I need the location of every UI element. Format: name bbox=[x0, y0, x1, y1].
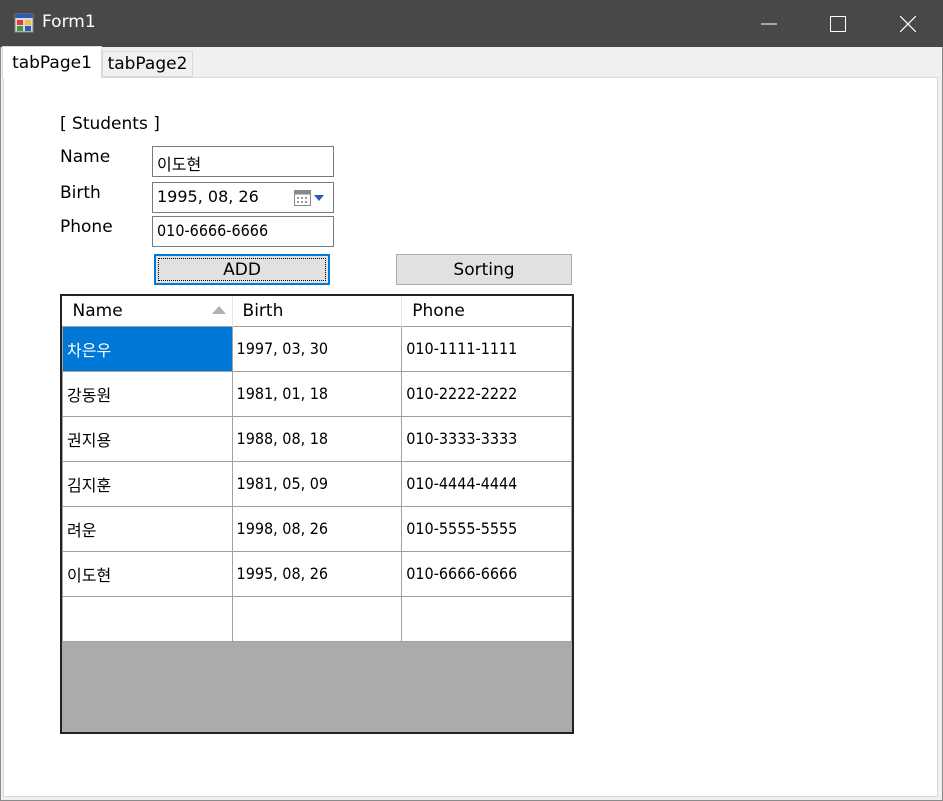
maximize-icon bbox=[830, 15, 846, 32]
table-row[interactable]: 이도현 1995, 08, 26 010-6666-6666 bbox=[62, 550, 572, 597]
cell-name[interactable]: 권지용 bbox=[62, 415, 233, 462]
column-header-label: Name bbox=[72, 300, 123, 321]
cell-name[interactable]: 김지훈 bbox=[62, 460, 233, 507]
birth-date-value: 1995, 08, 26 bbox=[157, 187, 259, 206]
cell-name[interactable]: 강동원 bbox=[62, 370, 233, 417]
column-header-label: Birth bbox=[242, 300, 284, 321]
close-icon bbox=[900, 15, 916, 32]
maximize-button[interactable] bbox=[803, 0, 873, 47]
cell-phone[interactable]: 010-2222-2222 bbox=[401, 370, 572, 417]
table-row[interactable]: 권지용 1988, 08, 18 010-3333-3333 bbox=[62, 415, 572, 462]
minimize-button[interactable] bbox=[734, 0, 804, 47]
sort-ascending-icon bbox=[211, 306, 226, 314]
cell-phone[interactable]: 010-3333-3333 bbox=[401, 415, 572, 462]
column-header-phone[interactable]: Phone bbox=[401, 296, 572, 326]
cell-name[interactable]: 차은우 bbox=[62, 325, 233, 372]
birth-date-picker[interactable]: 1995, 08, 26 bbox=[152, 182, 334, 213]
tab-tabpage2[interactable]: tabPage2 bbox=[102, 51, 193, 77]
cell-birth[interactable]: 1998, 08, 26 bbox=[231, 505, 403, 552]
name-label: Name bbox=[60, 147, 111, 167]
cell-birth[interactable]: 1981, 05, 09 bbox=[231, 460, 403, 507]
cell-birth[interactable] bbox=[231, 595, 403, 642]
cell-name[interactable] bbox=[62, 595, 233, 642]
name-input[interactable]: 이도현 bbox=[152, 146, 334, 177]
cell-phone[interactable]: 010-1111-1111 bbox=[401, 325, 572, 372]
table-row[interactable]: 김지훈 1981, 05, 09 010-4444-4444 bbox=[62, 460, 572, 507]
dropdown-arrow-icon bbox=[314, 195, 324, 201]
cell-phone[interactable]: 010-6666-6666 bbox=[401, 550, 572, 597]
phone-input[interactable]: 010-6666-6666 bbox=[152, 216, 334, 247]
column-header-label: Phone bbox=[412, 300, 465, 321]
calendar-icon[interactable] bbox=[294, 190, 328, 206]
table-row[interactable]: 강동원 1981, 01, 18 010-2222-2222 bbox=[62, 370, 572, 417]
tab-tabpage1[interactable]: tabPage1 bbox=[2, 46, 102, 78]
cell-phone[interactable] bbox=[401, 595, 572, 642]
app-icon bbox=[14, 13, 34, 33]
section-title: [ Students ] bbox=[60, 114, 160, 134]
new-row[interactable] bbox=[62, 595, 572, 642]
cell-phone[interactable]: 010-5555-5555 bbox=[401, 505, 572, 552]
students-grid[interactable]: Name Birth Phone 차은우 1997, 03, 30 010-11… bbox=[60, 294, 574, 734]
minimize-icon bbox=[761, 23, 777, 24]
window-title: Form1 bbox=[42, 12, 96, 32]
table-row[interactable]: 차은우 1997, 03, 30 010-1111-1111 bbox=[62, 325, 572, 372]
sorting-button[interactable]: Sorting bbox=[396, 254, 572, 285]
cell-birth[interactable]: 1995, 08, 26 bbox=[231, 550, 403, 597]
add-button[interactable]: ADD bbox=[154, 254, 330, 285]
table-row[interactable]: 려운 1998, 08, 26 010-5555-5555 bbox=[62, 505, 572, 552]
cell-birth[interactable]: 1997, 03, 30 bbox=[231, 325, 403, 372]
cell-birth[interactable]: 1988, 08, 18 bbox=[231, 415, 403, 462]
cell-name[interactable]: 이도현 bbox=[62, 550, 233, 597]
cell-phone[interactable]: 010-4444-4444 bbox=[401, 460, 572, 507]
close-button[interactable] bbox=[873, 0, 943, 47]
phone-label: Phone bbox=[60, 217, 113, 237]
column-header-birth[interactable]: Birth bbox=[232, 296, 403, 326]
title-bar[interactable]: Form1 bbox=[0, 0, 943, 47]
column-header-name[interactable]: Name bbox=[62, 296, 233, 326]
cell-name[interactable]: 려운 bbox=[62, 505, 233, 552]
cell-birth[interactable]: 1981, 01, 18 bbox=[231, 370, 403, 417]
birth-label: Birth bbox=[60, 183, 101, 203]
